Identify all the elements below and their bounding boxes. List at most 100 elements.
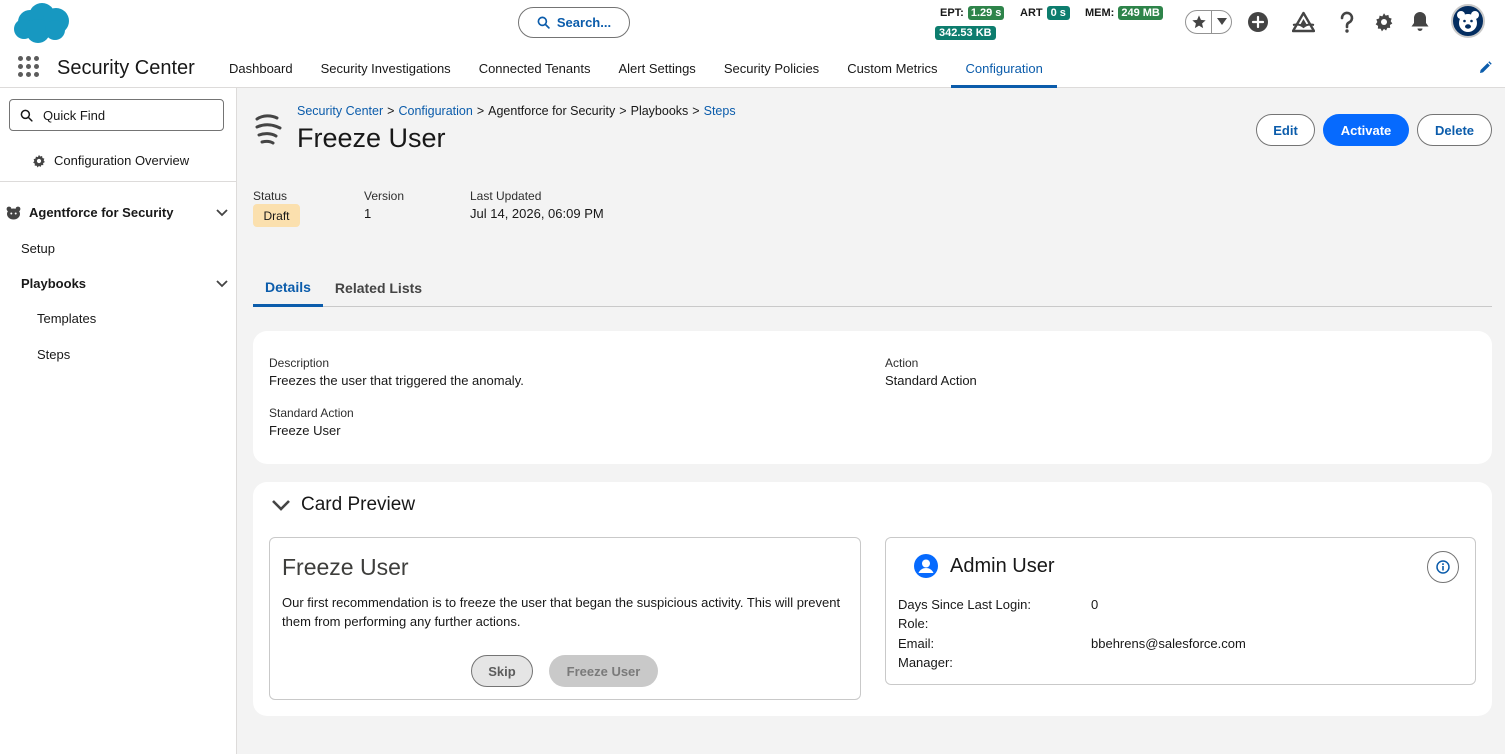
status-badge: Draft	[253, 204, 300, 227]
sidebar-item-setup[interactable]: Setup	[21, 241, 236, 256]
bear-avatar-icon	[1457, 11, 1479, 32]
breadcrumb-steps[interactable]: Steps	[704, 104, 736, 118]
sidebar-item-playbooks[interactable]: Playbooks	[21, 276, 236, 291]
mem-label: MEM:	[1085, 7, 1115, 19]
admin-user-preview-card: Admin User Days Since Last Login: 0 Role…	[885, 537, 1476, 685]
mem-value: 249 MB	[1118, 6, 1163, 20]
breadcrumb: Security Center > Configuration > Agentf…	[297, 104, 736, 118]
edit-button[interactable]: Edit	[1256, 114, 1315, 146]
global-header: Search... EPT: 1.29 s ART 0 s MEM: 249 M…	[0, 0, 1505, 88]
standard-action-value: Freeze User	[269, 423, 341, 438]
setup-button[interactable]	[1374, 11, 1394, 33]
breadcrumb-agentforce: Agentforce for Security	[488, 104, 616, 118]
sidebar-item-steps[interactable]: Steps	[37, 347, 236, 362]
card-preview-toggle[interactable]: Card Preview	[271, 494, 415, 516]
help-button[interactable]	[1338, 11, 1356, 33]
activate-button[interactable]: Activate	[1323, 114, 1409, 146]
standard-action-label: Standard Action	[269, 406, 354, 420]
global-actions-button[interactable]	[1247, 11, 1269, 33]
card-preview-title: Card Preview	[301, 494, 416, 515]
nav-item-security-policies[interactable]: Security Policies	[710, 47, 833, 87]
favorite-star-button[interactable]	[1186, 11, 1212, 33]
caret-down-icon	[1216, 18, 1227, 25]
description-label: Description	[269, 356, 330, 370]
breadcrumb-separator: >	[619, 104, 627, 118]
user-info-button[interactable]	[1427, 551, 1459, 583]
sidebar-item-label: Steps	[37, 347, 71, 362]
action-label: Action	[885, 356, 919, 370]
app-launcher-button[interactable]	[18, 56, 39, 77]
chevron-down-icon	[216, 208, 228, 216]
info-icon	[1436, 560, 1450, 574]
configuration-overview-label: Configuration Overview	[54, 153, 190, 168]
last-updated-value: Jul 14, 2026, 06:09 PM	[470, 206, 604, 221]
art-value: 0 s	[1046, 6, 1070, 20]
record-tabs: Details Related Lists	[253, 270, 1492, 307]
preview-card-body: Our first recommendation is to freeze th…	[282, 595, 841, 629]
ept-label: EPT:	[940, 7, 964, 19]
bell-icon	[1411, 12, 1429, 31]
last-updated-label: Last Updated	[470, 189, 542, 203]
days-since-login-label: Days Since Last Login:	[898, 597, 1031, 612]
art-label: ART	[1020, 7, 1043, 19]
sidebar-item-label: Setup	[21, 241, 55, 256]
status-label: Status	[253, 189, 288, 203]
favorites-menu-button[interactable]	[1212, 18, 1231, 26]
chevron-down-icon	[272, 499, 290, 511]
breadcrumb-configuration[interactable]: Configuration	[398, 104, 472, 118]
sidebar-item-templates[interactable]: Templates	[37, 311, 236, 326]
app-name: Security Center	[57, 57, 195, 79]
page-title: Freeze User	[297, 123, 446, 153]
skip-button[interactable]: Skip	[471, 655, 533, 687]
gear-icon	[1375, 13, 1393, 32]
sidebar-item-label: Templates	[37, 311, 97, 326]
nav-item-connected-tenants[interactable]: Connected Tenants	[465, 47, 605, 87]
notifications-button[interactable]	[1410, 11, 1430, 32]
action-value: Standard Action	[885, 373, 977, 388]
user-icon	[914, 554, 938, 578]
nav-item-custom-metrics[interactable]: Custom Metrics	[833, 47, 951, 87]
search-icon	[537, 16, 550, 29]
role-label: Role:	[898, 616, 929, 631]
breadcrumb-separator: >	[692, 104, 700, 118]
sidebar-item-label: Playbooks	[21, 276, 87, 291]
quick-find-input[interactable]: Quick Find	[9, 99, 224, 131]
help-icon	[1340, 11, 1354, 33]
details-card: Description Freezes the user that trigge…	[253, 331, 1492, 464]
nav-item-alert-settings[interactable]: Alert Settings	[604, 47, 709, 87]
global-search-button[interactable]: Search...	[518, 7, 630, 38]
tab-related-lists[interactable]: Related Lists	[323, 270, 434, 306]
breadcrumb-playbooks: Playbooks	[630, 104, 689, 118]
configuration-overview-link[interactable]: Configuration Overview	[32, 153, 189, 168]
salesforce-logo[interactable]	[12, 2, 72, 44]
perf-mem: MEM: 249 MB	[1085, 6, 1163, 20]
tab-details[interactable]: Details	[253, 270, 323, 307]
search-label: Search...	[556, 15, 612, 30]
nav-item-configuration[interactable]: Configuration	[951, 47, 1058, 88]
breadcrumb-separator: >	[387, 104, 395, 118]
add-icon	[1248, 12, 1268, 32]
sidebar-section-label: Agentforce for Security	[29, 205, 174, 220]
perf-size: 342.53 KB	[935, 26, 996, 40]
sidebar-section-agentforce[interactable]: Agentforce for Security	[6, 205, 236, 220]
app-navigation: Dashboard Security Investigations Connec…	[215, 47, 1058, 88]
nav-item-dashboard[interactable]: Dashboard	[215, 47, 307, 87]
freeze-user-button[interactable]: Freeze User	[549, 655, 658, 687]
edit-nav-button[interactable]	[1478, 61, 1492, 75]
search-icon	[20, 109, 33, 122]
trailhead-button[interactable]	[1292, 11, 1315, 33]
ept-value: 1.29 s	[967, 6, 1005, 20]
nav-item-security-investigations[interactable]: Security Investigations	[307, 47, 465, 87]
chevron-down-icon	[216, 279, 228, 287]
record-type-icon	[254, 113, 284, 145]
breadcrumb-security-center[interactable]: Security Center	[297, 104, 383, 118]
agent-icon	[6, 206, 21, 219]
manager-label: Manager:	[898, 655, 953, 670]
wind-icon	[255, 114, 282, 145]
version-value: 1	[364, 206, 372, 221]
preview-card-title: Freeze User	[282, 554, 409, 580]
gear-icon	[33, 154, 45, 168]
user-avatar[interactable]	[1451, 4, 1485, 38]
breadcrumb-separator: >	[476, 104, 485, 118]
delete-button[interactable]: Delete	[1417, 114, 1492, 146]
